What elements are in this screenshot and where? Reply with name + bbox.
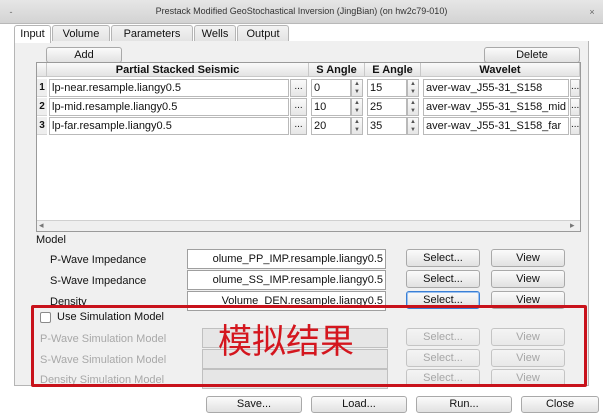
wavelet-field[interactable]: aver-wav_J55-31_S158_far bbox=[423, 117, 569, 135]
spin-up-icon[interactable]: ▲ bbox=[354, 81, 360, 87]
p-wave-impedance-field[interactable]: olume_PP_IMP.resample.liangy0.5 bbox=[187, 249, 386, 269]
wavelet-field[interactable]: aver-wav_J55-31_S158 bbox=[423, 79, 569, 97]
s-angle-field[interactable]: 20 bbox=[311, 117, 351, 135]
column-header-seismic: Partial Stacked Seismic bbox=[47, 63, 309, 77]
seismic-field[interactable]: lp-mid.resample.liangy0.5 bbox=[49, 98, 289, 116]
column-header-wavelet: Wavelet bbox=[421, 63, 580, 77]
scroll-left-icon[interactable]: ◂ bbox=[39, 220, 44, 231]
browse-seismic-button[interactable]: ... bbox=[290, 98, 307, 116]
spin-down-icon[interactable]: ▼ bbox=[354, 108, 360, 114]
s-wave-select-button[interactable]: Select... bbox=[406, 270, 480, 288]
load-button[interactable]: Load... bbox=[311, 396, 407, 413]
spin-down-icon[interactable]: ▼ bbox=[354, 89, 360, 95]
simulation-annotation-text: 模拟结果 bbox=[218, 322, 354, 362]
s-angle-field[interactable]: 10 bbox=[311, 98, 351, 116]
p-wave-impedance-label: P-Wave Impedance bbox=[50, 254, 147, 266]
close-window-icon[interactable]: × bbox=[587, 8, 597, 18]
close-button[interactable]: Close bbox=[521, 396, 599, 413]
spin-down-icon[interactable]: ▼ bbox=[410, 89, 416, 95]
s-angle-spinner[interactable]: ▲ ▼ bbox=[351, 79, 363, 97]
e-angle-spinner[interactable]: ▲ ▼ bbox=[407, 79, 419, 97]
column-header-s-angle: S Angle bbox=[309, 63, 365, 77]
e-angle-spinner[interactable]: ▲ ▼ bbox=[407, 117, 419, 135]
s-wave-view-button[interactable]: View bbox=[491, 270, 565, 288]
seismic-field[interactable]: lp-far.resample.liangy0.5 bbox=[49, 117, 289, 135]
e-angle-field[interactable]: 15 bbox=[367, 79, 407, 97]
column-header-e-angle: E Angle bbox=[365, 63, 421, 77]
p-wave-select-button[interactable]: Select... bbox=[406, 249, 480, 267]
spin-up-icon[interactable]: ▲ bbox=[354, 100, 360, 106]
row-number: 1 bbox=[37, 79, 47, 97]
tab-volume[interactable]: Volume bbox=[52, 25, 110, 42]
row-number: 2 bbox=[37, 98, 47, 116]
e-angle-field[interactable]: 35 bbox=[367, 117, 407, 135]
spin-down-icon[interactable]: ▼ bbox=[410, 127, 416, 133]
e-angle-field[interactable]: 25 bbox=[367, 98, 407, 116]
wavelet-field[interactable]: aver-wav_J55-31_S158_mid bbox=[423, 98, 569, 116]
tab-output[interactable]: Output bbox=[237, 25, 289, 42]
tab-input[interactable]: Input bbox=[14, 25, 51, 43]
run-button[interactable]: Run... bbox=[416, 396, 512, 413]
tab-parameters[interactable]: Parameters bbox=[111, 25, 193, 42]
table-corner bbox=[37, 63, 47, 77]
row-number: 3 bbox=[37, 117, 47, 135]
table-horizontal-scrollbar[interactable]: ◂ ▸ bbox=[37, 220, 580, 231]
browse-seismic-button[interactable]: ... bbox=[290, 79, 307, 97]
window-title: Prestack Modified GeoStochastical Invers… bbox=[155, 6, 448, 16]
tab-wells[interactable]: Wells bbox=[194, 25, 236, 42]
browse-wavelet-button[interactable]: ... bbox=[570, 79, 580, 97]
seismic-field[interactable]: lp-near.resample.liangy0.5 bbox=[49, 79, 289, 97]
spin-up-icon[interactable]: ▲ bbox=[410, 100, 416, 106]
browse-wavelet-button[interactable]: ... bbox=[570, 98, 580, 116]
browse-wavelet-button[interactable]: ... bbox=[570, 117, 580, 135]
spin-up-icon[interactable]: ▲ bbox=[410, 81, 416, 87]
spin-up-icon[interactable]: ▲ bbox=[410, 119, 416, 125]
s-angle-spinner[interactable]: ▲ ▼ bbox=[351, 117, 363, 135]
delete-button[interactable]: Delete bbox=[484, 47, 580, 63]
p-wave-view-button[interactable]: View bbox=[491, 249, 565, 267]
browse-seismic-button[interactable]: ... bbox=[290, 117, 307, 135]
e-angle-spinner[interactable]: ▲ ▼ bbox=[407, 98, 419, 116]
model-section-label: Model bbox=[36, 234, 66, 246]
spin-down-icon[interactable]: ▼ bbox=[410, 108, 416, 114]
s-angle-field[interactable]: 0 bbox=[311, 79, 351, 97]
s-wave-impedance-label: S-Wave Impedance bbox=[50, 275, 147, 287]
spin-down-icon[interactable]: ▼ bbox=[354, 127, 360, 133]
seismic-table: Partial Stacked Seismic S Angle E Angle … bbox=[36, 62, 581, 232]
s-angle-spinner[interactable]: ▲ ▼ bbox=[351, 98, 363, 116]
save-button[interactable]: Save... bbox=[206, 396, 302, 413]
scroll-right-icon[interactable]: ▸ bbox=[570, 220, 575, 231]
s-wave-impedance-field[interactable]: olume_SS_IMP.resample.liangy0.5 bbox=[187, 270, 386, 290]
spin-up-icon[interactable]: ▲ bbox=[354, 119, 360, 125]
add-button[interactable]: Add bbox=[46, 47, 122, 63]
